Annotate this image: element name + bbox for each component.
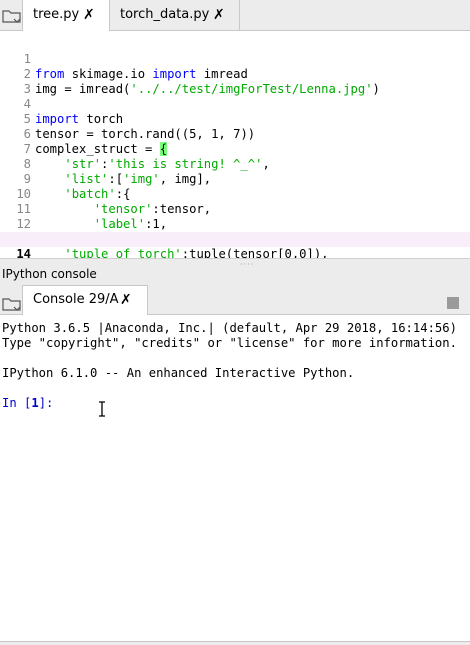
console-pane-title: IPython console <box>0 266 470 283</box>
code-line: 13 'tuple_of_torch':tuple(tensor[0,0]), <box>0 217 470 258</box>
tab-label: Console 29/A <box>33 292 119 307</box>
console-line: Type "copyright", "credits" or "license"… <box>2 336 457 350</box>
code-line: 11 'label':1, <box>0 187 470 231</box>
console-tab-bar: Console 29/A ✗ <box>0 283 470 316</box>
status-bar <box>0 641 470 645</box>
tab-console[interactable]: Console 29/A ✗ <box>22 285 148 316</box>
code-line: 2 img = imread('../../test/imgForTest/Le… <box>0 52 470 96</box>
code-line: 6 complex_struct = { <box>0 112 470 156</box>
console-line: IPython 6.1.0 -- An enhanced Interactive… <box>2 366 355 380</box>
code-line: 5 tensor = torch.rand((5, 1, 7)) <box>0 97 470 141</box>
code-line: 4 import torch <box>0 82 470 126</box>
pane-splitter[interactable]: ···· <box>0 258 470 269</box>
code-line: 9 'batch':{ <box>0 157 470 201</box>
console-output[interactable]: Python 3.6.5 |Anaconda, Inc.| (default, … <box>0 315 470 641</box>
tab-label: tree.py <box>33 7 80 22</box>
console-line: Python 3.6.5 |Anaconda, Inc.| (default, … <box>2 321 457 335</box>
code-line: 10 'tensor':tensor, <box>0 172 470 216</box>
code-line: 3 <box>0 67 470 96</box>
code-line: 8 'list':['img', img], <box>0 142 470 186</box>
close-icon[interactable]: ✗ <box>83 0 95 30</box>
close-icon[interactable]: ✗ <box>213 0 225 30</box>
options-menu-icon[interactable] <box>447 297 459 309</box>
browse-tabs-icon[interactable] <box>2 8 22 24</box>
browse-tabs-icon[interactable] <box>2 296 22 312</box>
editor-tab-bar: tree.py ✗ torch_data.py ✗ <box>0 0 470 32</box>
close-icon[interactable]: ✗ <box>120 286 132 314</box>
tab-torch-data-py[interactable]: torch_data.py ✗ <box>110 0 240 31</box>
code-line: 12 }, <box>0 202 470 246</box>
code-line: 7 'str':'this is string! ^_^', <box>0 127 470 171</box>
code-line: 1 from skimage.io import imread <box>0 37 470 81</box>
text-cursor-icon <box>99 401 105 417</box>
console-prompt[interactable]: In [1]: <box>2 396 53 411</box>
code-line-current: 14 } <box>0 232 470 258</box>
tab-label: torch_data.py <box>120 7 210 22</box>
line-number: 14 <box>16 247 31 258</box>
code-editor[interactable]: 1 from skimage.io import imread 2 img = … <box>0 31 470 258</box>
tab-tree-py[interactable]: tree.py ✗ <box>22 0 110 32</box>
